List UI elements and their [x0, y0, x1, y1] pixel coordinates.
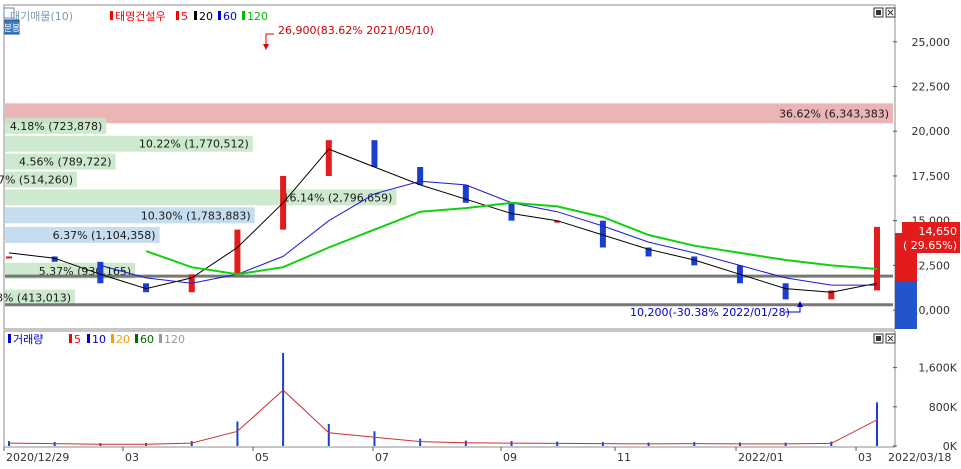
candle: [371, 140, 378, 167]
legend-swatch-icon: [8, 334, 11, 343]
time-tick-label: 05: [255, 451, 269, 464]
chart-canvas[interactable]: 36.62% (6,343,383) 4.18% (723,878) 10.22% …: [0, 0, 961, 465]
price-tick-label: 12,500: [912, 259, 951, 272]
chart-type-label: 분봉: [4, 23, 21, 34]
legend-swatch-icon: [111, 334, 114, 343]
price-tick-label: 20,000: [912, 125, 951, 138]
price-tick-label: 22,500: [912, 81, 951, 94]
current-change: ( 29.65%): [903, 239, 957, 252]
legend-swatch-icon: [218, 11, 221, 20]
legend-swatch-icon: [87, 334, 90, 343]
candle: [234, 229, 241, 275]
volume-bar: [876, 402, 878, 446]
volume-bar: [419, 438, 422, 446]
price-tick-label: 10,000: [912, 304, 951, 317]
legend-swatch-icon: [242, 11, 245, 20]
legend-item-1: 태영건설우: [115, 10, 166, 23]
volume-bar: [327, 423, 330, 446]
vlegend-item-0: 거래량: [13, 333, 43, 346]
time-tick-label: 03: [125, 451, 139, 464]
vlegend-item-5: 120: [164, 333, 185, 346]
legend-item-4: 60: [223, 10, 237, 23]
candle: [6, 256, 12, 259]
legend-item-2: 5: [181, 10, 188, 23]
volume-profile-label: 10.22% (1,770,512): [139, 138, 249, 151]
time-tick-label: 2020/12/29: [6, 451, 69, 464]
volume-profile-label: 2.97% (514,260): [0, 174, 73, 187]
volume-profile-label: 4.56% (789,722): [19, 156, 112, 169]
price-tick-label: 17,500: [912, 170, 951, 183]
time-tick-label: 07: [375, 451, 389, 464]
volume-bar: [464, 440, 467, 446]
vlegend-item-4: 60: [140, 333, 154, 346]
volume-profile-label: 4.18% (723,878): [10, 120, 103, 133]
time-tick-label: 03: [858, 451, 872, 464]
legend-swatch-icon: [110, 11, 113, 20]
high-annotation-text: 26,900(83.62% 2021/05/10): [278, 24, 434, 37]
volume-bar: [282, 352, 285, 446]
volume-profile-bar: [5, 103, 893, 124]
candle: [97, 261, 104, 284]
legend-swatch-icon: [194, 11, 197, 20]
vlegend-item-1: 5: [74, 333, 81, 346]
volume-profile-label: 6.37% (1,104,358): [53, 229, 156, 242]
chart-type-button[interactable]: 분봉: [4, 19, 21, 35]
volume-bar: [373, 431, 376, 446]
legend-swatch-icon: [159, 334, 162, 343]
time-tick-label: 2022/01: [738, 451, 784, 464]
time-tick-label: 09: [503, 451, 517, 464]
price-tick-label: 25,000: [912, 36, 951, 49]
legend-swatch-icon: [135, 334, 138, 343]
vlegend-item-3: 20: [116, 333, 130, 346]
time-tick-label: 11: [617, 451, 631, 464]
low-annotation-text: 10,200(-30.38% 2022/01/28): [630, 306, 790, 319]
volume-tick-label: 800K: [929, 401, 958, 414]
legend-swatch-icon: [69, 334, 72, 343]
volume-tick-label: 1,600K: [918, 362, 957, 375]
price-legend: 대기매물(10) 태영건설우 5 20 60 120: [3, 7, 268, 23]
volume-profile-label: 36.62% (6,343,383): [779, 107, 889, 120]
stock-chart[interactable]: 36.62% (6,343,383) 4.18% (723,878) 10.22% …: [0, 0, 961, 465]
volume-bar: [236, 421, 239, 446]
vlegend-item-2: 10: [92, 333, 106, 346]
candle: [874, 226, 880, 291]
legend-swatch-icon: [176, 11, 179, 20]
time-tick-label: 2022/03/18: [888, 451, 951, 464]
volume-profile-label: 10.30% (1,783,883): [141, 209, 251, 222]
volume-profile-label: 2.38% (413,013): [0, 292, 71, 305]
candle: [325, 140, 332, 176]
legend-item-3: 20: [199, 10, 213, 23]
candle: [782, 283, 789, 300]
candle: [508, 202, 515, 221]
legend-item-5: 120: [247, 10, 268, 23]
current-price: 14,650: [919, 225, 958, 238]
